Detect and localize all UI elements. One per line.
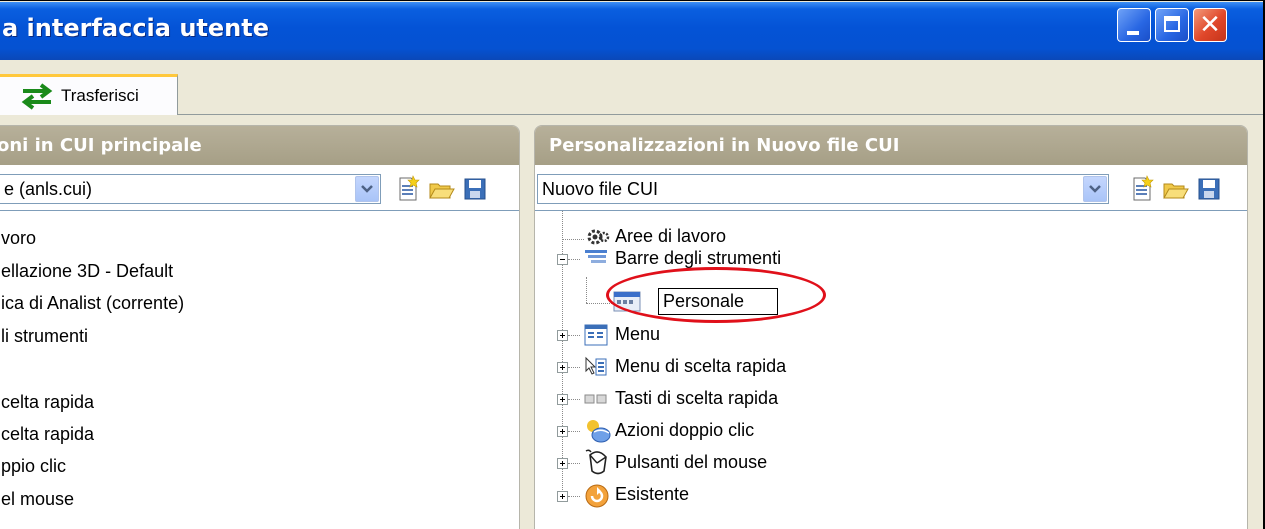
tab-trasferisci[interactable]: Trasferisci xyxy=(0,74,178,115)
tree-connector xyxy=(568,431,580,432)
tree-connector xyxy=(568,496,580,497)
tab-strip xyxy=(0,60,1263,117)
rename-input-value: Personale xyxy=(663,291,745,311)
chevron-down-icon xyxy=(1089,185,1101,193)
dropdown-button[interactable] xyxy=(1083,176,1107,202)
chevron-down-icon xyxy=(361,185,373,193)
tree-item-mouse-buttons[interactable]: Pulsanti del mouse xyxy=(615,452,767,473)
panel-header: Personalizzazioni in Nuovo file CUI xyxy=(535,126,1247,165)
double-click-icon xyxy=(587,420,611,443)
combo-value: Nuovo file CUI xyxy=(542,179,659,199)
tree-connector xyxy=(586,303,612,304)
tree-connector xyxy=(568,367,580,368)
panel-title: oni in CUI principale xyxy=(0,135,202,156)
main-cui-panel: oni in CUI principale e (anls.cui) voro … xyxy=(0,125,520,529)
combo-value: e (anls.cui) xyxy=(4,179,93,199)
panel-header: oni in CUI principale xyxy=(0,126,519,165)
close-icon: ✕ xyxy=(1199,10,1221,40)
tree-item[interactable]: li strumenti xyxy=(1,326,88,347)
tree-item[interactable]: ica di Analist (corrente) xyxy=(1,293,184,314)
maximize-button[interactable] xyxy=(1155,8,1189,42)
tab-divider xyxy=(0,114,1263,115)
shortcut-keys-icon xyxy=(584,394,607,404)
workspace-gear-icon xyxy=(587,229,610,245)
mouse-icon xyxy=(585,449,607,475)
tree-item-double-click-actions[interactable]: Azioni doppio clic xyxy=(615,420,754,441)
toolbar-item-icon xyxy=(613,291,641,312)
window-title: a interfaccia utente xyxy=(2,14,269,42)
new-cui-tree[interactable]: Aree di lavoro Barre degli strumenti Per… xyxy=(535,210,1247,529)
save-icon[interactable] xyxy=(461,175,489,203)
minimize-icon xyxy=(1127,31,1139,35)
tree-item[interactable]: ppio clic xyxy=(1,456,66,477)
tree-item[interactable]: ellazione 3D - Default xyxy=(1,261,173,282)
tree-item-shortcut-menus[interactable]: Menu di scelta rapida xyxy=(615,356,786,377)
tree-item-shortcut-keys[interactable]: Tasti di scelta rapida xyxy=(615,388,778,409)
tree-connector xyxy=(568,259,580,260)
customize-ui-window: a interfaccia utente ✕ Trasferisci oni i… xyxy=(0,0,1265,529)
tree-connector xyxy=(586,277,587,303)
panel-title: Personalizzazioni in Nuovo file CUI xyxy=(549,135,900,156)
expand-toggle[interactable] xyxy=(557,394,568,405)
dropdown-button[interactable] xyxy=(355,176,379,202)
expand-toggle[interactable] xyxy=(557,491,568,502)
new-file-icon[interactable] xyxy=(1127,175,1155,203)
minimize-button[interactable] xyxy=(1117,8,1151,42)
main-cui-tree[interactable]: voro ellazione 3D - Default ica di Anali… xyxy=(0,210,519,529)
legacy-icon xyxy=(585,484,609,508)
maximize-icon xyxy=(1164,16,1180,32)
open-folder-icon[interactable] xyxy=(1161,175,1189,203)
new-cui-file-select[interactable]: Nuovo file CUI xyxy=(537,174,1109,204)
expand-toggle[interactable] xyxy=(557,362,568,373)
menu-icon xyxy=(584,324,608,346)
tree-item-legacy[interactable]: Esistente xyxy=(615,484,689,505)
expand-toggle[interactable] xyxy=(557,426,568,437)
shortcut-menu-icon xyxy=(585,356,607,376)
main-cui-file-select[interactable]: e (anls.cui) xyxy=(0,174,381,204)
tree-connector xyxy=(568,399,580,400)
toolbar-icon xyxy=(585,250,607,263)
tree-item[interactable]: celta rapida xyxy=(1,424,94,445)
new-file-icon[interactable] xyxy=(393,175,421,203)
new-cui-panel: Personalizzazioni in Nuovo file CUI Nuov… xyxy=(534,125,1248,529)
tree-connector xyxy=(568,335,580,336)
tree-item-workspaces[interactable]: Aree di lavoro xyxy=(615,226,726,247)
save-icon[interactable] xyxy=(1195,175,1223,203)
title-bar[interactable]: a interfaccia utente ✕ xyxy=(0,2,1263,60)
expand-toggle[interactable] xyxy=(557,330,568,341)
tree-connector xyxy=(562,239,584,240)
open-folder-icon[interactable] xyxy=(427,175,455,203)
tree-connector xyxy=(568,463,580,464)
close-button[interactable]: ✕ xyxy=(1193,8,1227,42)
expand-toggle[interactable] xyxy=(557,458,568,469)
tree-item[interactable]: voro xyxy=(1,228,36,249)
collapse-toggle[interactable] xyxy=(557,254,568,265)
tree-item-toolbars[interactable]: Barre degli strumenti xyxy=(615,248,781,269)
tree-item[interactable]: celta rapida xyxy=(1,392,94,413)
tree-item-menus[interactable]: Menu xyxy=(615,324,660,345)
tab-label: Trasferisci xyxy=(61,86,139,105)
rename-input[interactable]: Personale xyxy=(658,288,778,315)
tree-item[interactable]: el mouse xyxy=(1,489,74,510)
transfer-arrows-icon xyxy=(21,83,53,110)
